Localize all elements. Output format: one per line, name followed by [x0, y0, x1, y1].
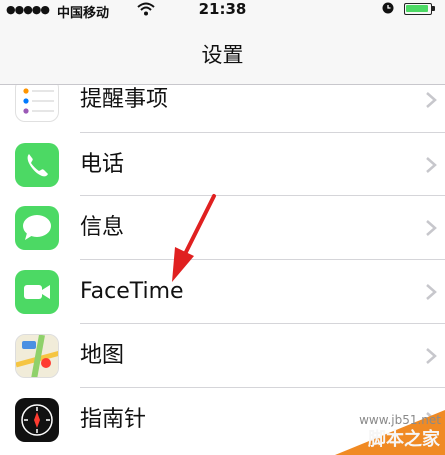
- chevron-right-icon: [426, 92, 437, 108]
- settings-row-label: FaceTime: [80, 279, 184, 304]
- compass-icon: [15, 398, 59, 442]
- battery-tip: [432, 6, 435, 11]
- settings-row-label: 地图: [80, 343, 125, 368]
- settings-row-label: 电话: [80, 152, 125, 177]
- reminders-icon: [15, 85, 59, 122]
- navigation-bar: 设置: [0, 20, 445, 85]
- chevron-right-icon: [426, 157, 437, 173]
- settings-row-maps[interactable]: 地图: [0, 324, 445, 388]
- messages-icon: [15, 206, 59, 250]
- chevron-right-icon: [426, 348, 437, 364]
- settings-list: 提醒事项 电话 信息 FaceTime 地图 指南针: [0, 85, 445, 455]
- watermark-text: 脚本之家: [368, 429, 440, 450]
- phone-icon: [15, 143, 59, 187]
- settings-row-label: 信息: [80, 215, 125, 240]
- status-time: 21:38: [198, 0, 247, 18]
- settings-row-label: 提醒事项: [80, 87, 169, 112]
- chevron-right-icon: [426, 284, 437, 300]
- maps-icon: [15, 334, 59, 378]
- settings-row-facetime[interactable]: FaceTime: [0, 260, 445, 324]
- chevron-right-icon: [426, 220, 437, 236]
- settings-row-messages[interactable]: 信息: [0, 196, 445, 260]
- settings-row-reminders[interactable]: 提醒事项: [0, 85, 445, 132]
- page-title: 设置: [201, 43, 244, 67]
- settings-row-phone[interactable]: 电话: [0, 133, 445, 197]
- alarm-icon: [382, 2, 394, 14]
- settings-row-label: 指南针: [80, 407, 147, 432]
- battery-icon: [404, 3, 432, 15]
- status-bar: ●●●●● 中国移动 21:38: [0, 0, 445, 21]
- facetime-icon: [15, 270, 59, 314]
